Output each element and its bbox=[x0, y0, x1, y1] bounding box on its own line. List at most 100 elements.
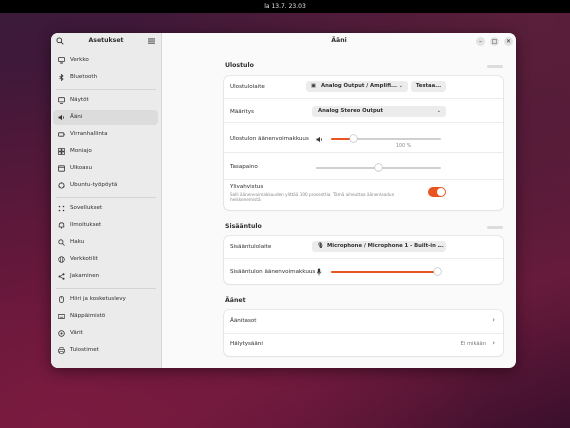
input-device-value: Microphone / Microphone 1 - Built-in ... bbox=[327, 243, 444, 249]
sidebar-item-sovellukset[interactable]: Sovellukset bbox=[53, 201, 158, 216]
sidebar-item-label: Bluetooth bbox=[70, 74, 98, 80]
config-dropdown[interactable]: Analog Stereo Output ⌄ bbox=[312, 106, 446, 117]
sidebar-item-label: Moniajo bbox=[70, 148, 92, 154]
sidebar-item-virranhallinta[interactable]: Virranhallinta bbox=[53, 127, 158, 142]
multitasking-icon bbox=[58, 148, 65, 155]
config-value: Analog Stereo Output bbox=[318, 108, 384, 114]
sidebar-item-verkkotilit[interactable]: Verkkotilit bbox=[53, 252, 158, 267]
balance-label: Tasapaino bbox=[230, 164, 258, 170]
alert-sound-value: Ei mikään bbox=[460, 341, 486, 347]
sidebar-divider bbox=[56, 197, 156, 198]
sidebar-item-verkko[interactable]: Verkko bbox=[53, 53, 158, 68]
slider-knob[interactable] bbox=[375, 164, 382, 171]
output-volume-slider[interactable] bbox=[331, 135, 441, 143]
alert-sound-label: Hälytysääni bbox=[230, 341, 263, 347]
sidebar-item-label: Virranhallinta bbox=[70, 131, 108, 137]
apps-icon bbox=[58, 205, 65, 212]
slider-fill bbox=[331, 271, 437, 273]
sidebar-item-label: Ääni bbox=[70, 114, 83, 120]
sidebar-item-ulkoasu[interactable]: Ulkoasu bbox=[53, 161, 158, 176]
display-icon bbox=[58, 97, 65, 104]
search-icon bbox=[58, 239, 65, 246]
bluetooth-icon bbox=[59, 74, 64, 81]
output-volume-label: Ulostulon äänenvoimakkuus bbox=[230, 136, 309, 142]
output-device-dropdown[interactable]: ▣ Analog Output / Amplifi... ⌄ bbox=[306, 81, 408, 92]
sidebar-item-label: Värit bbox=[70, 330, 83, 336]
toggle-knob bbox=[437, 188, 445, 196]
main-content: Ääni – □ ✕ Ulostulo Ulostulolaite ▣ Anal… bbox=[162, 33, 516, 368]
microphone-icon: 🎙 bbox=[317, 243, 324, 249]
chevron-down-icon: ⌄ bbox=[398, 83, 403, 89]
sidebar-item-bluetooth[interactable]: Bluetooth bbox=[53, 70, 158, 85]
close-button[interactable]: ✕ bbox=[504, 37, 513, 46]
alert-levels-label: Äänitasot bbox=[230, 318, 257, 324]
keyboard-icon bbox=[58, 314, 65, 319]
output-device-value: Analog Output / Amplifi... bbox=[321, 83, 398, 89]
sidebar-item-moniajo[interactable]: Moniajo bbox=[53, 144, 158, 159]
config-label: Määritys bbox=[230, 109, 254, 115]
row-divider bbox=[224, 122, 503, 123]
input-section-decoration bbox=[487, 226, 503, 229]
sidebar-item-label: Ulkoasu bbox=[70, 165, 92, 171]
sidebar-item-tulostimet[interactable]: Tulostimet bbox=[53, 343, 158, 358]
ubuntu-desktop-icon bbox=[58, 182, 65, 189]
test-button[interactable]: Testaa... bbox=[411, 81, 446, 92]
overamp-description: Salli äänenvoimakkuuden ylittää 100 pros… bbox=[230, 192, 395, 202]
input-volume-slider[interactable] bbox=[331, 268, 441, 276]
sidebar-item-label: Ilmoitukset bbox=[70, 222, 102, 228]
mouse-icon bbox=[59, 296, 64, 303]
sidebar-item-ubuntu-tyopoyta[interactable]: Ubuntu-työpöytä bbox=[53, 178, 158, 193]
sidebar: Asetukset Verkko Bluetooth Näytöt Ääni V… bbox=[51, 33, 162, 368]
output-section-decoration bbox=[487, 65, 503, 68]
speaker-icon bbox=[58, 114, 64, 121]
network-icon bbox=[58, 57, 65, 64]
sidebar-item-jakaminen[interactable]: Jakaminen bbox=[53, 269, 158, 284]
sidebar-item-ilmoitukset[interactable]: Ilmoitukset bbox=[53, 218, 158, 233]
minimize-button[interactable]: – bbox=[476, 37, 485, 46]
alert-sound-row[interactable]: Hälytysääni Ei mikään › bbox=[224, 333, 503, 356]
maximize-icon: □ bbox=[491, 38, 498, 45]
sidebar-item-hiiri[interactable]: Hiiri ja kosketuslevy bbox=[53, 292, 158, 307]
input-device-dropdown[interactable]: 🎙 Microphone / Microphone 1 - Built-in .… bbox=[312, 241, 446, 252]
speaker-icon: ▣ bbox=[311, 83, 317, 89]
row-divider bbox=[224, 98, 503, 99]
sidebar-item-naytot[interactable]: Näytöt bbox=[53, 93, 158, 108]
notifications-icon bbox=[58, 222, 65, 229]
maximize-button[interactable]: □ bbox=[490, 37, 499, 46]
sidebar-item-aani[interactable]: Ääni bbox=[53, 110, 158, 125]
printer-icon bbox=[58, 347, 65, 354]
sidebar-divider bbox=[56, 89, 156, 90]
sidebar-item-varit[interactable]: Värit bbox=[53, 326, 158, 341]
clock[interactable]: la 13.7. 23.03 bbox=[264, 3, 306, 10]
row-divider bbox=[224, 258, 503, 259]
sounds-section-title: Äänet bbox=[225, 297, 246, 304]
slider-knob[interactable] bbox=[350, 135, 357, 142]
hamburger-menu-icon[interactable] bbox=[148, 38, 155, 44]
appearance-icon bbox=[58, 165, 65, 172]
sidebar-item-label: Verkko bbox=[70, 57, 89, 63]
sidebar-item-label: Tulostimet bbox=[70, 347, 99, 353]
sharing-icon bbox=[58, 273, 65, 280]
alert-levels-row[interactable]: Äänitasot › bbox=[224, 310, 503, 333]
row-divider bbox=[224, 152, 503, 153]
input-volume-label: Sisääntulon äänenvoimakkuus bbox=[230, 269, 316, 275]
sidebar-item-label: Näppäimistö bbox=[70, 313, 106, 319]
sidebar-item-nappaimisto[interactable]: Näppäimistö bbox=[53, 309, 158, 324]
overamp-toggle[interactable] bbox=[428, 187, 446, 197]
chevron-right-icon: › bbox=[492, 316, 495, 324]
slider-knob[interactable] bbox=[434, 268, 441, 275]
top-bar: la 13.7. 23.03 bbox=[0, 0, 570, 13]
sidebar-item-haku[interactable]: Haku bbox=[53, 235, 158, 250]
minimize-icon: – bbox=[479, 38, 482, 45]
output-volume-percent: 100 % bbox=[396, 144, 412, 149]
chevron-down-icon: ⌄ bbox=[436, 108, 441, 114]
online-accounts-icon bbox=[58, 256, 65, 263]
balance-slider[interactable] bbox=[316, 164, 441, 172]
microphone-icon bbox=[316, 268, 322, 276]
page-title: Ääni bbox=[331, 37, 347, 44]
output-section-title: Ulostulo bbox=[225, 62, 254, 69]
color-icon bbox=[58, 330, 65, 337]
sidebar-item-label: Näytöt bbox=[70, 97, 89, 103]
input-section-title: Sisääntulo bbox=[225, 223, 262, 230]
chevron-down-icon: ⌄ bbox=[436, 243, 441, 249]
